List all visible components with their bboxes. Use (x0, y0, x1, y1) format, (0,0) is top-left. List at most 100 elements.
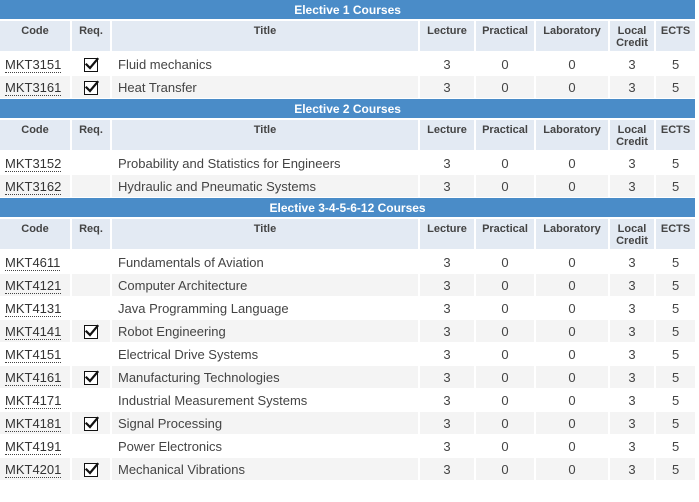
course-lecture: 3 (420, 389, 474, 412)
col-header-local-credit-line2: Credit (616, 136, 648, 148)
col-header-laboratory: Laboratory (536, 120, 608, 152)
col-header-practical: Practical (476, 219, 534, 251)
course-ects: 5 (656, 76, 696, 99)
col-header-local-credit-line1: Local (617, 25, 647, 37)
required-cell (72, 297, 110, 320)
course-laboratory: 0 (536, 152, 608, 175)
course-code-link[interactable]: MKT4121 (5, 277, 62, 294)
col-header-ects: ECTS (656, 21, 696, 53)
course-practical: 0 (476, 458, 534, 481)
required-cell (72, 412, 110, 435)
col-header-laboratory: Laboratory (536, 219, 608, 251)
course-table: Elective 1 Courses Code Req. Title Lectu… (0, 0, 697, 481)
required-cell (72, 458, 110, 481)
course-code-link[interactable]: MKT4131 (5, 300, 62, 317)
col-header-local-credit-line1: Local (617, 124, 647, 136)
col-header-req: Req. (72, 21, 110, 53)
required-cell (72, 389, 110, 412)
course-code-link[interactable]: MKT4171 (5, 392, 62, 409)
col-header-title: Title (112, 120, 418, 152)
checked-checkbox-icon (84, 80, 100, 95)
col-header-code: Code (0, 219, 70, 251)
course-local-credit: 3 (610, 251, 654, 274)
required-cell (72, 251, 110, 274)
col-header-lecture: Lecture (420, 219, 474, 251)
course-code-cell: MKT4151 (0, 343, 70, 366)
course-row: MKT3162 Hydraulic and Pneumatic Systems … (0, 175, 696, 198)
section-title: Elective 1 Courses (0, 0, 696, 21)
course-practical: 0 (476, 389, 534, 412)
course-code-cell: MKT4191 (0, 435, 70, 458)
required-cell (72, 175, 110, 198)
course-local-credit: 3 (610, 343, 654, 366)
course-code-link[interactable]: MKT4141 (5, 323, 62, 340)
course-ects: 5 (656, 320, 696, 343)
col-header-req: Req. (72, 219, 110, 251)
required-cell (72, 53, 110, 76)
course-laboratory: 0 (536, 274, 608, 297)
course-lecture: 3 (420, 320, 474, 343)
column-header-row: Code Req. Title Lecture Practical Labora… (0, 21, 696, 53)
course-local-credit: 3 (610, 274, 654, 297)
required-cell (72, 366, 110, 389)
course-lecture: 3 (420, 435, 474, 458)
course-code-link[interactable]: MKT3161 (5, 79, 62, 96)
course-ects: 5 (656, 389, 696, 412)
course-code-link[interactable]: MKT3152 (5, 155, 62, 172)
course-practical: 0 (476, 412, 534, 435)
course-laboratory: 0 (536, 251, 608, 274)
course-practical: 0 (476, 435, 534, 458)
course-code-link[interactable]: MKT4181 (5, 415, 62, 432)
course-table-container: Elective 1 Courses Code Req. Title Lectu… (0, 0, 699, 481)
column-header-row: Code Req. Title Lecture Practical Labora… (0, 120, 696, 152)
required-cell (72, 343, 110, 366)
course-local-credit: 3 (610, 53, 654, 76)
course-row: MKT3152 Probability and Statistics for E… (0, 152, 696, 175)
course-code-cell: MKT3152 (0, 152, 70, 175)
course-local-credit: 3 (610, 389, 654, 412)
course-row: MKT4141 Robot Engineering 3 0 0 3 5 (0, 320, 696, 343)
section-title: Elective 2 Courses (0, 99, 696, 120)
course-lecture: 3 (420, 274, 474, 297)
course-ects: 5 (656, 175, 696, 198)
course-code-link[interactable]: MKT4191 (5, 438, 62, 455)
course-lecture: 3 (420, 343, 474, 366)
course-local-credit: 3 (610, 458, 654, 481)
course-title: Mechanical Vibrations (112, 458, 418, 481)
course-local-credit: 3 (610, 320, 654, 343)
course-laboratory: 0 (536, 175, 608, 198)
course-code-link[interactable]: MKT3162 (5, 178, 62, 195)
course-code-cell: MKT4181 (0, 412, 70, 435)
col-header-ects: ECTS (656, 120, 696, 152)
course-code-link[interactable]: MKT4161 (5, 369, 62, 386)
checked-checkbox-icon (84, 324, 100, 339)
course-row: MKT4171 Industrial Measurement Systems 3… (0, 389, 696, 412)
checked-checkbox-icon (84, 57, 100, 72)
course-code-cell: MKT4201 (0, 458, 70, 481)
course-laboratory: 0 (536, 343, 608, 366)
course-code-cell: MKT3151 (0, 53, 70, 76)
course-ects: 5 (656, 53, 696, 76)
course-title: Java Programming Language (112, 297, 418, 320)
course-practical: 0 (476, 152, 534, 175)
course-code-cell: MKT3161 (0, 76, 70, 99)
course-code-link[interactable]: MKT4151 (5, 346, 62, 363)
course-lecture: 3 (420, 366, 474, 389)
course-code-cell: MKT3162 (0, 175, 70, 198)
checked-checkbox-icon (84, 462, 100, 477)
required-cell (72, 435, 110, 458)
col-header-req: Req. (72, 120, 110, 152)
course-laboratory: 0 (536, 435, 608, 458)
col-header-local-credit: Local Credit (610, 219, 654, 251)
course-ects: 5 (656, 458, 696, 481)
course-code-link[interactable]: MKT4611 (5, 254, 61, 271)
course-title: Fluid mechanics (112, 53, 418, 76)
course-row: MKT4201 Mechanical Vibrations 3 0 0 3 5 (0, 458, 696, 481)
course-code-link[interactable]: MKT4201 (5, 461, 62, 478)
course-row: MKT3151 Fluid mechanics 3 0 0 3 5 (0, 53, 696, 76)
course-code-cell: MKT4121 (0, 274, 70, 297)
course-ects: 5 (656, 412, 696, 435)
col-header-ects: ECTS (656, 219, 696, 251)
col-header-laboratory: Laboratory (536, 21, 608, 53)
course-code-link[interactable]: MKT3151 (5, 56, 62, 73)
